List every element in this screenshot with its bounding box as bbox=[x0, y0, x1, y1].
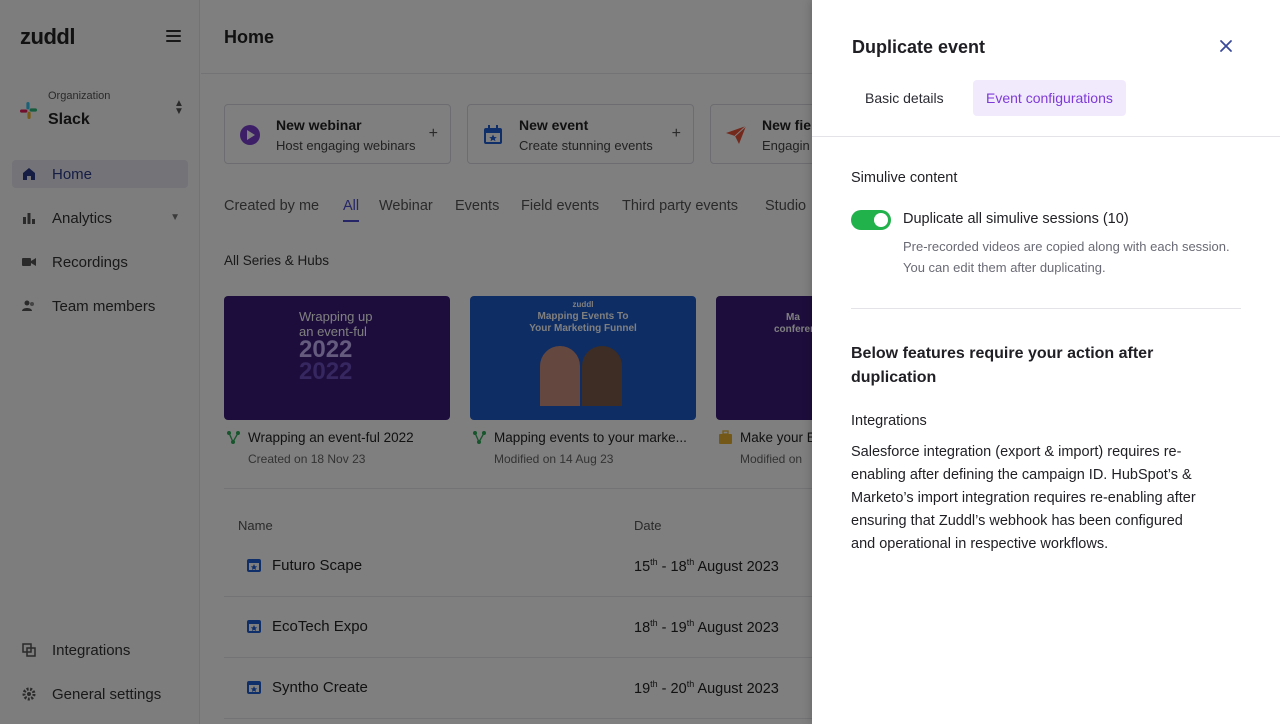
action-required-heading: Below features require your action after… bbox=[851, 345, 1154, 386]
drawer-header: Duplicate event Basic details Event conf… bbox=[812, 0, 1280, 137]
simulive-section-title: Simulive content bbox=[851, 170, 958, 186]
divider bbox=[851, 308, 1241, 309]
toggle-help-text: Pre-recorded videos are copied along wit… bbox=[903, 239, 1230, 275]
duplicate-event-drawer: Duplicate event Basic details Event conf… bbox=[812, 0, 1280, 724]
close-button[interactable] bbox=[1216, 36, 1236, 56]
drawer-title: Duplicate event bbox=[852, 37, 986, 57]
tab-event-configurations[interactable]: Event configurations bbox=[973, 80, 1126, 116]
duplicate-simulive-toggle[interactable] bbox=[851, 210, 891, 230]
close-icon bbox=[1220, 40, 1232, 52]
toggle-knob bbox=[874, 213, 888, 227]
integrations-description: Salesforce integration (export & import)… bbox=[851, 444, 1196, 552]
toggle-label: Duplicate all simulive sessions (10) bbox=[903, 211, 1129, 227]
integrations-section-title: Integrations bbox=[851, 413, 927, 429]
tab-basic-details[interactable]: Basic details bbox=[852, 80, 957, 116]
